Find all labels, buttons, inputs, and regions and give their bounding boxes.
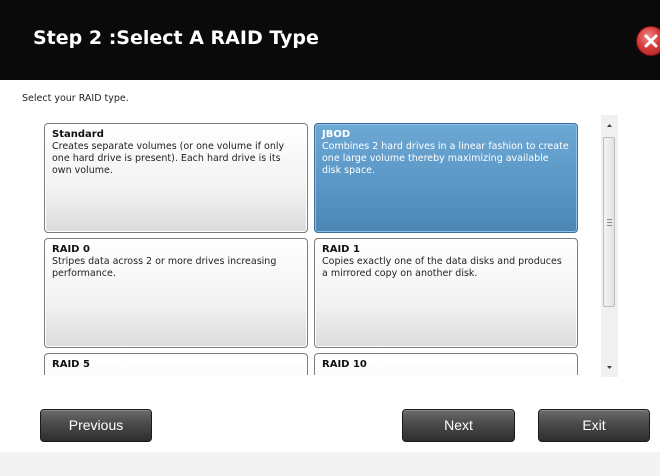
dialog-title: Step 2 :Select A RAID Type [33, 27, 319, 49]
raid-option-jbod[interactable]: JBOD Combines 2 hard drives in a linear … [314, 123, 578, 233]
raid-option-title: JBOD [322, 129, 351, 140]
close-icon [644, 34, 658, 48]
raid-option-raid-1[interactable]: RAID 1 Copies exactly one of the data di… [314, 238, 578, 348]
raid-option-description: Copies exactly one of the data disks and… [322, 256, 562, 279]
raid-option-description: Combines 2 hard drives in a linear fashi… [322, 141, 569, 176]
raid-option-description: Stripes data across 2 or more drives inc… [52, 256, 277, 279]
raid-option-standard[interactable]: Standard Creates separate volumes (or on… [44, 123, 308, 233]
scroll-down-button[interactable] [601, 359, 618, 376]
list-scrollbar[interactable] [601, 115, 618, 377]
dialog-footer-strip [0, 452, 660, 476]
thumb-grip-line [607, 225, 612, 226]
previous-button[interactable]: Previous [40, 409, 152, 442]
dialog-header: Step 2 :Select A RAID Type [0, 0, 660, 80]
raid-option-title: RAID 5 [52, 359, 90, 370]
arrow-up-icon [607, 124, 612, 127]
raid-option-title: RAID 10 [322, 359, 367, 370]
scroll-up-button[interactable] [601, 117, 618, 134]
scroll-thumb[interactable] [603, 137, 615, 307]
raid-option-description: Creates separate volumes (or one volume … [52, 141, 285, 176]
exit-button[interactable]: Exit [538, 409, 650, 442]
raid-option-raid-5[interactable]: RAID 5 [44, 353, 308, 375]
thumb-grip-line [607, 219, 612, 220]
raid-option-title: RAID 0 [52, 244, 90, 255]
raid-option-raid-0[interactable]: RAID 0 Stripes data across 2 or more dri… [44, 238, 308, 348]
arrow-down-icon [607, 366, 612, 369]
raid-type-prompt: Select your RAID type. [22, 93, 129, 104]
next-button[interactable]: Next [402, 409, 515, 442]
thumb-grip-line [607, 222, 612, 223]
raid-option-title: RAID 1 [322, 244, 360, 255]
raid-option-raid-10[interactable]: RAID 10 [314, 353, 578, 375]
close-button[interactable] [636, 26, 660, 56]
raid-option-title: Standard [52, 129, 104, 140]
raid-option-list: Standard Creates separate volumes (or on… [44, 123, 582, 375]
